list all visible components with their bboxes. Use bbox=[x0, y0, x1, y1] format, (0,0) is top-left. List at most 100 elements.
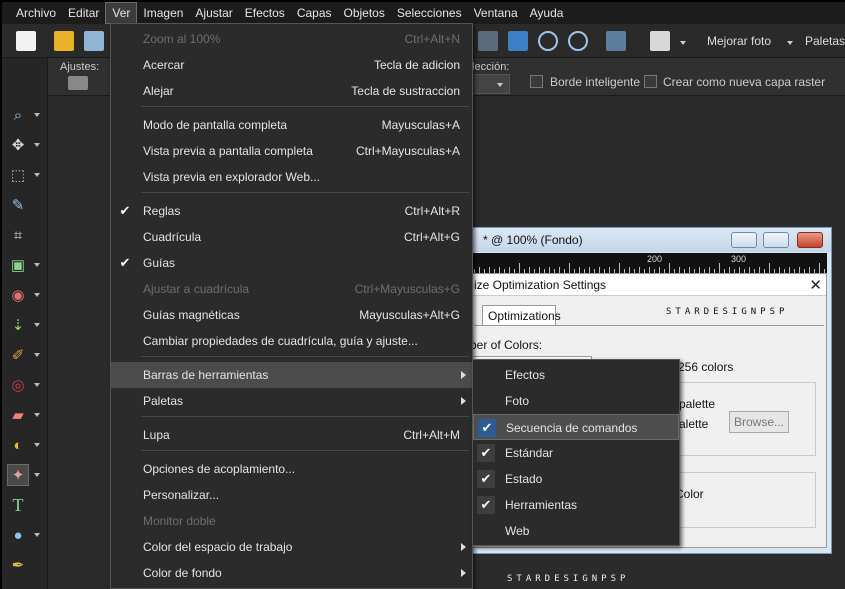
palettes-button[interactable]: Paletas bbox=[805, 34, 845, 48]
close-button[interactable] bbox=[797, 232, 823, 248]
chevron-down-icon[interactable] bbox=[34, 533, 40, 537]
minimize-button[interactable] bbox=[731, 232, 757, 248]
zoom-out-icon[interactable] bbox=[538, 31, 558, 51]
fit-window-icon[interactable] bbox=[508, 31, 528, 51]
new-file-icon[interactable] bbox=[16, 31, 36, 51]
menu-item-background-color[interactable]: Color de fondo bbox=[111, 560, 472, 586]
new-raster-checkbox[interactable] bbox=[644, 75, 657, 88]
chevron-down-icon[interactable] bbox=[34, 173, 40, 177]
straighten-tool-icon[interactable]: ▣ bbox=[7, 254, 29, 276]
chevron-right-icon bbox=[461, 569, 466, 577]
enhance-photo-button[interactable]: Mejorar foto bbox=[707, 34, 771, 48]
submenu-item-status[interactable]: ✔ Estado bbox=[473, 466, 679, 492]
chevron-down-icon[interactable] bbox=[787, 41, 793, 45]
checkmark-icon: ✔ bbox=[119, 255, 131, 270]
menu-imagen[interactable]: Imagen bbox=[137, 2, 189, 24]
chevron-down-icon[interactable] bbox=[34, 293, 40, 297]
menu-item-dual-monitor[interactable]: Monitor doble bbox=[111, 508, 472, 534]
close-icon[interactable]: ✕ bbox=[809, 276, 822, 294]
menu-item-docking-options[interactable]: Opciones de acoplamiento... bbox=[111, 456, 472, 482]
chevron-down-icon[interactable] bbox=[34, 263, 40, 267]
chevron-down-icon[interactable] bbox=[34, 353, 40, 357]
menu-item-reglas[interactable]: ✔ Reglas Ctrl+Alt+R bbox=[111, 198, 472, 224]
menu-item-alejar[interactable]: Alejar Tecla de sustraccion bbox=[111, 78, 472, 104]
menu-item-snap-grid[interactable]: Ajustar a cuadrícula Ctrl+Mayusculas+G bbox=[111, 276, 472, 302]
menu-item-customize[interactable]: Personalizar... bbox=[111, 482, 472, 508]
presets-icon[interactable] bbox=[68, 76, 88, 90]
submenu-item-standard[interactable]: ✔ Estándar bbox=[473, 440, 679, 466]
dropper-tool-icon[interactable]: ✎ bbox=[7, 194, 29, 216]
menu-separator bbox=[141, 356, 469, 357]
menu-archivo[interactable]: Archivo bbox=[10, 2, 62, 24]
menu-capas[interactable]: Capas bbox=[291, 2, 338, 24]
scan-icon[interactable] bbox=[84, 31, 104, 51]
menu-efectos[interactable]: Efectos bbox=[239, 2, 291, 24]
submenu-item-foto[interactable]: Foto bbox=[473, 388, 679, 414]
checkmark-icon: ✔ bbox=[478, 419, 496, 437]
chevron-down-icon[interactable] bbox=[34, 113, 40, 117]
palette-option-2[interactable]: alette bbox=[679, 417, 708, 431]
shape-tool-icon[interactable]: ● bbox=[7, 524, 29, 546]
menu-ajustar[interactable]: Ajustar bbox=[189, 2, 238, 24]
submenu-item-tools[interactable]: ✔ Herramientas bbox=[473, 492, 679, 518]
maximize-button[interactable] bbox=[763, 232, 789, 248]
tab-optimizations[interactable]: Optimizations bbox=[482, 305, 561, 325]
text-tool-icon[interactable]: T bbox=[7, 494, 29, 516]
chevron-down-icon[interactable] bbox=[34, 473, 40, 477]
menu-item-palettes[interactable]: Paletas bbox=[111, 388, 472, 414]
menu-item-fullscreen[interactable]: Modo de pantalla completa Mayusculas+A bbox=[111, 112, 472, 138]
target-icon[interactable] bbox=[606, 31, 626, 51]
pick-tool-icon[interactable]: ✦ bbox=[7, 464, 29, 486]
menu-item-guias[interactable]: ✔ Guías bbox=[111, 250, 472, 276]
retouch-tool-icon[interactable]: ⇣ bbox=[7, 314, 29, 336]
zoom-tool-icon[interactable]: ⌕ bbox=[7, 104, 29, 126]
menu-separator bbox=[141, 416, 469, 417]
eraser-tool-icon[interactable]: ▰ bbox=[7, 404, 29, 426]
chevron-down-icon[interactable] bbox=[34, 413, 40, 417]
menu-item-acercar[interactable]: Acercar Tecla de adicion bbox=[111, 52, 472, 78]
menu-ayuda[interactable]: Ayuda bbox=[524, 2, 570, 24]
menu-item-zoom-100[interactable]: Zoom al 100% Ctrl+Alt+N bbox=[111, 26, 472, 52]
crop-tool-icon[interactable]: ⌗ bbox=[7, 224, 29, 246]
menu-objetos[interactable]: Objetos bbox=[338, 2, 391, 24]
submenu-item-efectos[interactable]: Efectos bbox=[473, 362, 679, 388]
menu-item-lupa[interactable]: Lupa Ctrl+Alt+M bbox=[111, 422, 472, 448]
menu-item-magnetic-guides[interactable]: Guías magnéticas Mayusculas+Alt+G bbox=[111, 302, 472, 328]
chevron-down-icon[interactable] bbox=[34, 143, 40, 147]
menu-item-shortcut: Tecla de adicion bbox=[373, 58, 460, 72]
chevron-down-icon bbox=[497, 83, 503, 87]
chevron-down-icon[interactable] bbox=[680, 41, 686, 45]
brush-tool-icon[interactable]: ✐ bbox=[7, 344, 29, 366]
selection-tool-icon[interactable]: ⬚ bbox=[7, 164, 29, 186]
browse-button[interactable]: Browse... bbox=[729, 411, 789, 433]
menu-item-fullscreen-preview[interactable]: Vista previa a pantalla completa Ctrl+May… bbox=[111, 138, 472, 164]
clone-tool-icon[interactable]: ◎ bbox=[7, 374, 29, 396]
menu-ver[interactable]: Ver bbox=[105, 2, 138, 24]
menu-item-cuadricula[interactable]: Cuadrícula Ctrl+Alt+G bbox=[111, 224, 472, 250]
chevron-down-icon[interactable] bbox=[34, 323, 40, 327]
menu-editar[interactable]: Editar bbox=[62, 2, 105, 24]
menu-selecciones[interactable]: Selecciones bbox=[391, 2, 468, 24]
palette-option-1[interactable]: palette bbox=[679, 397, 715, 411]
open-folder-icon[interactable] bbox=[54, 31, 74, 51]
watermark-text: STARDESIGNPSP bbox=[666, 307, 789, 317]
menu-item-workspace-color[interactable]: Color del espacio de trabajo bbox=[111, 534, 472, 560]
red-eye-tool-icon[interactable]: ◉ bbox=[7, 284, 29, 306]
menu-item-web-preview[interactable]: Vista previa en explorador Web... bbox=[111, 164, 472, 190]
submenu-item-script[interactable]: ✔ Secuencia de comandos bbox=[473, 414, 679, 440]
menu-item-label: Vista previa en explorador Web... bbox=[143, 170, 320, 184]
copy-icon[interactable] bbox=[650, 31, 670, 51]
move-tool-icon[interactable]: ✥ bbox=[7, 134, 29, 156]
chevron-down-icon[interactable] bbox=[34, 443, 40, 447]
zoom-in-icon[interactable] bbox=[568, 31, 588, 51]
pen-tool-icon[interactable]: ✒ bbox=[7, 554, 29, 576]
fill-tool-icon[interactable]: ◐ bbox=[7, 434, 29, 456]
submenu-item-web[interactable]: Web bbox=[473, 518, 679, 544]
menu-ventana[interactable]: Ventana bbox=[468, 2, 524, 24]
menu-item-toolbars[interactable]: Barras de herramientas bbox=[111, 362, 472, 388]
smart-edge-checkbox[interactable] bbox=[530, 75, 543, 88]
chevron-down-icon[interactable] bbox=[34, 383, 40, 387]
menu-item-label: Lupa bbox=[143, 428, 170, 442]
menu-item-grid-properties[interactable]: Cambiar propiedades de cuadrícula, guía … bbox=[111, 328, 472, 354]
calendar-icon[interactable] bbox=[478, 31, 498, 51]
